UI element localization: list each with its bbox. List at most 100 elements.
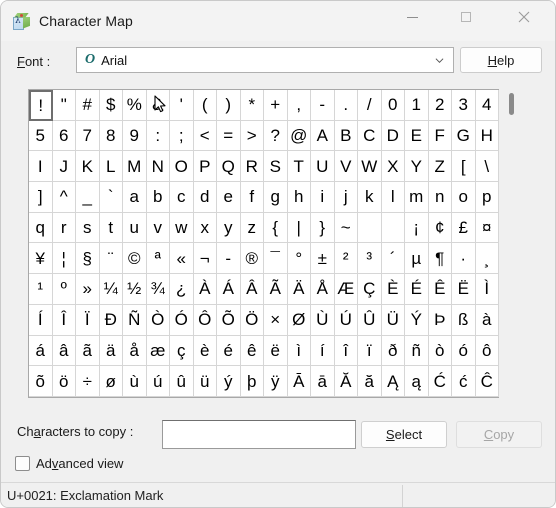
character-cell[interactable]: ê [240, 335, 264, 367]
maximize-button[interactable] [443, 1, 489, 33]
character-cell[interactable]: D [381, 120, 405, 152]
character-cell[interactable]: ² [334, 243, 358, 275]
character-cell[interactable]: ® [240, 243, 264, 275]
character-cell[interactable]: % [123, 90, 147, 121]
character-cell[interactable]: Í [29, 304, 53, 336]
character-cell[interactable]: ½ [123, 274, 147, 305]
character-cell[interactable]: s [76, 212, 100, 244]
character-cell[interactable]: M [123, 151, 147, 183]
character-cell[interactable]: Â [240, 274, 264, 305]
character-cell[interactable]: 2 [428, 90, 452, 121]
character-cell[interactable]: § [76, 243, 100, 275]
character-cell[interactable]: O [170, 151, 194, 183]
character-cell[interactable]: e [217, 182, 241, 213]
character-cell[interactable]: Ð [99, 304, 123, 336]
character-cell[interactable]: ± [311, 243, 335, 275]
character-cell[interactable]: ¥ [29, 243, 53, 275]
character-cell[interactable]: Y [405, 151, 429, 183]
character-cell[interactable]: â [52, 335, 76, 367]
character-cell[interactable]: ( [193, 90, 217, 121]
character-cell[interactable]: b [146, 182, 170, 213]
character-cell[interactable]: è [193, 335, 217, 367]
character-cell[interactable]: o [452, 182, 476, 213]
character-cell[interactable]: W [358, 151, 382, 183]
character-cell[interactable]: 8 [99, 120, 123, 152]
character-cell[interactable]: U [311, 151, 335, 183]
character-cell[interactable]: 1 [405, 90, 429, 121]
character-cell[interactable]: } [311, 212, 335, 244]
close-button[interactable] [501, 1, 547, 33]
character-cell[interactable]: j [334, 182, 358, 213]
character-cell[interactable]: Ë [452, 274, 476, 305]
character-cell[interactable]: õ [29, 366, 53, 397]
character-cell[interactable]: " [52, 90, 76, 121]
select-button[interactable]: Select [361, 421, 447, 448]
character-cell[interactable]: L [99, 151, 123, 183]
character-cell[interactable]: v [146, 212, 170, 244]
character-cell[interactable]: p [475, 182, 499, 213]
character-cell[interactable]: 3 [452, 90, 476, 121]
character-cell[interactable]: ¸ [475, 243, 499, 275]
character-cell[interactable]: y [217, 212, 241, 244]
character-cell[interactable]: « [170, 243, 194, 275]
character-cell[interactable]: h [287, 182, 311, 213]
character-cell[interactable]: ¬ [193, 243, 217, 275]
character-cell[interactable]: ë [264, 335, 288, 367]
character-cell[interactable]: > [240, 120, 264, 152]
character-cell[interactable]: A [311, 120, 335, 152]
character-cell[interactable]: _ [76, 182, 100, 213]
character-cell[interactable]: Î [52, 304, 76, 336]
character-cell[interactable]: 9 [123, 120, 147, 152]
character-cell[interactable]: » [76, 274, 100, 305]
help-button[interactable]: Help [460, 47, 542, 73]
character-cell[interactable]: 6 [52, 120, 76, 152]
character-cell[interactable]: ´ [381, 243, 405, 275]
character-cell[interactable]: é [217, 335, 241, 367]
character-cell[interactable]: # [76, 90, 100, 121]
character-cell[interactable]: µ [405, 243, 429, 275]
character-cell[interactable]: Ô [193, 304, 217, 336]
character-cell[interactable]: ¢ [428, 212, 452, 244]
character-cell[interactable]: ¡ [405, 212, 429, 244]
character-cell[interactable]: É [405, 274, 429, 305]
character-cell[interactable]: ¦ [52, 243, 76, 275]
character-cell[interactable]: ä [99, 335, 123, 367]
character-cell[interactable]: q [29, 212, 53, 244]
character-cell[interactable]: Ă [334, 366, 358, 397]
character-cell[interactable]: [ [452, 151, 476, 183]
character-cell[interactable]: Þ [428, 304, 452, 336]
character-cell[interactable]: R [240, 151, 264, 183]
character-cell[interactable]: + [264, 90, 288, 121]
character-cell[interactable]: ` [99, 182, 123, 213]
character-grid[interactable]: ! " # $% & '() * +, -./0 1 2 3 4 5 6 7 8 9:; < = >? @ A B C D E F G H… [29, 90, 499, 397]
character-cell[interactable]: Õ [217, 304, 241, 336]
character-cell[interactable]: d [193, 182, 217, 213]
character-cell[interactable]: $ [99, 90, 123, 121]
character-cell[interactable]: ¯ [264, 243, 288, 275]
character-cell[interactable]: / [358, 90, 382, 121]
character-cell[interactable]: ì [287, 335, 311, 367]
character-cell[interactable]: © [123, 243, 147, 275]
character-cell[interactable]: Ê [428, 274, 452, 305]
character-cell[interactable]: Ą [381, 366, 405, 397]
character-cell[interactable]: ü [193, 366, 217, 397]
character-cell[interactable]: T [287, 151, 311, 183]
character-cell[interactable]: Ć [428, 366, 452, 397]
character-cell[interactable]: ^ [52, 182, 76, 213]
character-cell[interactable]: f [240, 182, 264, 213]
character-cell[interactable]: = [217, 120, 241, 152]
character-cell[interactable]: ¼ [99, 274, 123, 305]
character-cell[interactable]: : [146, 120, 170, 152]
character-cell[interactable]: æ [146, 335, 170, 367]
character-cell[interactable]: E [405, 120, 429, 152]
character-cell[interactable]: ñ [405, 335, 429, 367]
character-cell[interactable]: ï [358, 335, 382, 367]
character-cell[interactable]: K [76, 151, 100, 183]
character-cell[interactable]: À [193, 274, 217, 305]
character-cell[interactable]: r [52, 212, 76, 244]
character-cell[interactable]: ª [146, 243, 170, 275]
character-cell[interactable]: í [311, 335, 335, 367]
character-cell[interactable]: ¨ [99, 243, 123, 275]
character-cell[interactable]: S [264, 151, 288, 183]
character-cell[interactable]: Å [311, 274, 335, 305]
